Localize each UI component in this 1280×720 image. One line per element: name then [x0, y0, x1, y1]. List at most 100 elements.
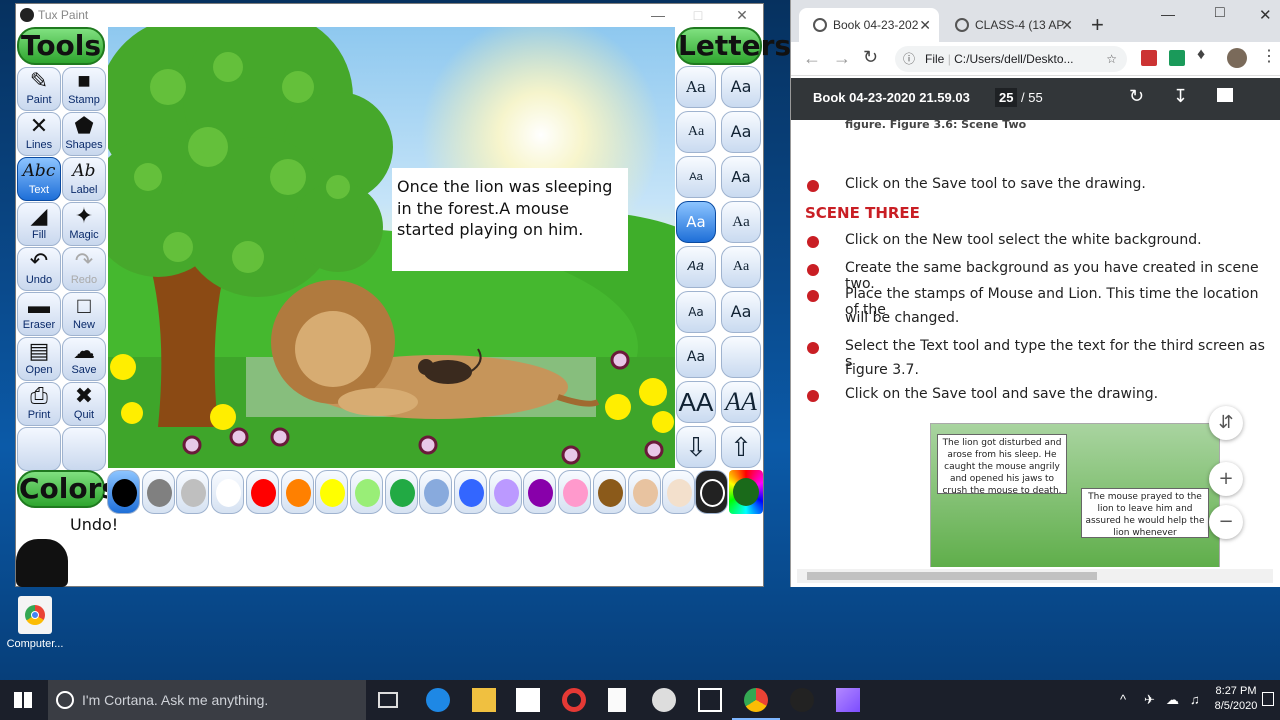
page-number-input[interactable]: 25 [995, 88, 1018, 107]
color-swatch[interactable] [488, 470, 522, 514]
font-option[interactable]: Aa [676, 336, 716, 378]
extensions-puzzle-icon[interactable]: ♦ [1197, 46, 1205, 64]
color-swatch[interactable] [349, 470, 383, 514]
font-option[interactable]: Aa [676, 291, 716, 333]
notification-icon[interactable] [1262, 692, 1274, 706]
tool-eraser[interactable]: ▬ Eraser [17, 292, 61, 336]
tuxpaint-taskbar-icon[interactable] [790, 688, 814, 712]
close-tab-icon[interactable]: ✕ [919, 8, 931, 42]
color-swatch[interactable] [627, 470, 661, 514]
forward-icon[interactable]: → [833, 48, 851, 69]
close-button[interactable]: ✕ [1259, 6, 1272, 24]
pdf-extension-icon[interactable] [1141, 50, 1157, 66]
print-icon[interactable] [1217, 88, 1233, 102]
photos-icon[interactable] [698, 688, 722, 712]
zoom-out-button[interactable]: − [1209, 505, 1243, 539]
color-swatch[interactable] [211, 470, 245, 514]
tool-magic[interactable]: ✦ Magic [62, 202, 106, 246]
color-swatch[interactable] [141, 470, 175, 514]
font-option[interactable]: Aa [676, 111, 716, 153]
close-button[interactable]: ✕ [720, 4, 764, 26]
color-swatch[interactable] [662, 470, 696, 514]
scroll-down-button[interactable]: ⇩ [676, 426, 716, 468]
color-swatch[interactable] [419, 470, 453, 514]
download-icon[interactable]: ↧ [1173, 86, 1188, 107]
back-icon[interactable]: ← [803, 48, 821, 69]
font-option[interactable]: Aa [721, 156, 761, 198]
paint-3d-icon[interactable] [652, 688, 676, 712]
address-bar[interactable]: ⓘ File | C:/Users/dell/Deskto... ☆ [895, 46, 1127, 72]
minimize-button[interactable]: — [636, 4, 680, 26]
reload-icon[interactable]: ↻ [863, 47, 878, 68]
desktop-computer-icon[interactable]: Computer... [4, 596, 66, 650]
edge-icon[interactable] [426, 688, 450, 712]
font-option[interactable] [721, 336, 761, 378]
rotate-icon[interactable]: ↻ [1129, 86, 1144, 107]
tool-new[interactable]: □ New [62, 292, 106, 336]
color-swatch[interactable] [315, 470, 349, 514]
tool-quit[interactable]: ✖ Quit [62, 382, 106, 426]
color-swatch[interactable] [280, 470, 314, 514]
pdf-page[interactable]: figure. Figure 3.6: Scene Two Click on t… [795, 120, 1271, 567]
menu-kebab-icon[interactable]: ⋮ [1261, 46, 1277, 66]
font-option[interactable]: Aa [721, 201, 761, 243]
calendar-extension-icon[interactable] [1169, 50, 1185, 66]
tool-save[interactable]: ☁ Save [62, 337, 106, 381]
scroll-up-button[interactable]: ⇧ [721, 426, 761, 468]
show-hidden-icons[interactable]: ^ [1120, 692, 1126, 707]
task-view-icon[interactable] [378, 692, 398, 708]
document-icon[interactable] [608, 688, 626, 712]
start-windows-icon[interactable] [14, 692, 32, 708]
color-swatch[interactable] [107, 470, 140, 514]
tool-fill[interactable]: ◢ Fill [17, 202, 61, 246]
tool-shapes[interactable]: ⬟ Shapes [62, 112, 106, 156]
font-option[interactable]: Aa [676, 66, 716, 108]
font-option[interactable]: Aa [676, 156, 716, 198]
volume-icon[interactable]: ♫ [1190, 692, 1200, 707]
tool-text[interactable]: Abc Text [17, 157, 61, 201]
tool-lines[interactable]: ✕ Lines [17, 112, 61, 156]
clock[interactable]: 8:27 PM 8/5/2020 [1212, 684, 1260, 714]
onedrive-cloud-icon[interactable]: ☁ [1166, 692, 1179, 708]
maximize-button[interactable]: □ [1215, 4, 1225, 22]
color-picker-button[interactable] [695, 470, 728, 514]
maximize-button[interactable]: □ [676, 4, 720, 26]
tool-paint[interactable]: ✎ Paint [17, 67, 61, 111]
color-swatch[interactable] [592, 470, 626, 514]
tool-redo[interactable]: ↷ Redo [62, 247, 106, 291]
font-option[interactable]: Aa [721, 291, 761, 333]
color-swatch[interactable] [245, 470, 279, 514]
minimize-button[interactable]: — [1161, 6, 1175, 22]
tool-stamp[interactable]: ■ Stamp [62, 67, 106, 111]
text-size-bold[interactable]: AA [676, 381, 716, 423]
font-option[interactable]: Aa [676, 201, 716, 243]
chrome-taskbar-icon[interactable] [744, 688, 768, 712]
font-option[interactable]: Aa [721, 246, 761, 288]
new-tab-button[interactable]: + [1091, 12, 1104, 38]
font-option[interactable]: Aa [721, 111, 761, 153]
tool-open[interactable]: ▤ Open [17, 337, 61, 381]
tab-class4[interactable]: CLASS-4 (13 AP ✕ [941, 8, 1081, 42]
tool-label[interactable]: Ab Label [62, 157, 106, 201]
bookmark-star-icon[interactable]: ☆ [1106, 46, 1117, 72]
font-option[interactable]: Aa [676, 246, 716, 288]
zoom-in-button[interactable]: + [1209, 462, 1243, 496]
fit-page-button[interactable]: ⇵ [1209, 406, 1243, 440]
opera-icon[interactable] [562, 688, 586, 712]
color-swatch[interactable] [176, 470, 210, 514]
text-size-italic[interactable]: AA [721, 381, 761, 423]
tool-print[interactable]: ⎙ Print [17, 382, 61, 426]
horizontal-scrollbar[interactable] [797, 569, 1273, 583]
tab-book[interactable]: Book 04-23-202 ✕ [799, 8, 939, 42]
profile-avatar[interactable] [1227, 48, 1247, 68]
scrollbar-thumb[interactable] [807, 572, 1097, 580]
color-swatch[interactable] [523, 470, 557, 514]
close-tab-icon[interactable]: ✕ [1061, 8, 1073, 42]
store-icon[interactable] [516, 688, 540, 712]
network-icon[interactable]: ✈ [1144, 692, 1155, 708]
rainbow-color-button[interactable] [729, 470, 763, 514]
cortana-search-box[interactable]: I'm Cortana. Ask me anything. [48, 680, 366, 720]
font-option[interactable]: Aa [721, 66, 761, 108]
color-swatch[interactable] [384, 470, 418, 514]
drawing-canvas[interactable]: Once the lion was sleeping in the forest… [108, 27, 675, 468]
